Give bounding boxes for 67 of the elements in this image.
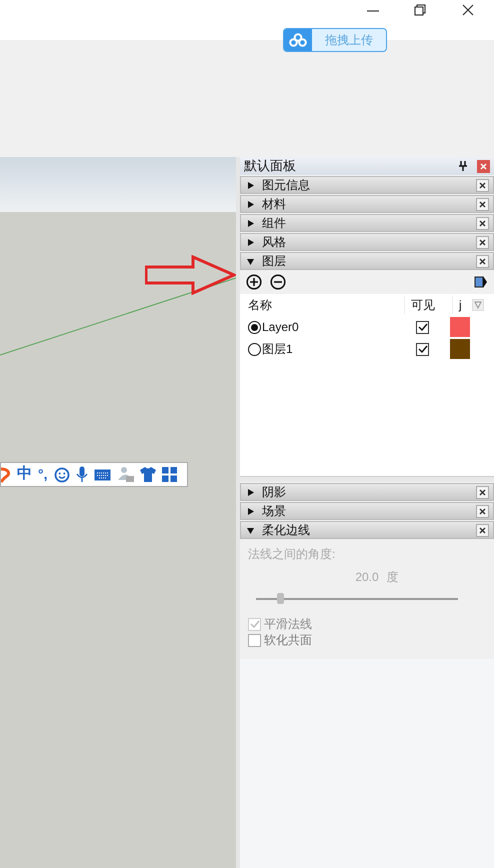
radio-button[interactable] [248, 320, 261, 334]
input-mode-toggle[interactable]: 中 [17, 463, 32, 486]
smiley-icon[interactable] [54, 466, 70, 482]
details-icon[interactable] [474, 275, 488, 289]
pin-icon[interactable] [459, 161, 467, 171]
section-header[interactable]: 场景 [240, 502, 494, 520]
section-header[interactable]: 图元信息 [240, 176, 494, 194]
angle-value: 20.0 [355, 569, 379, 586]
unit-label: 度 [386, 569, 399, 586]
section-title: 柔化边线 [262, 522, 311, 539]
triangle-right-icon [247, 182, 254, 188]
column-header: j [452, 296, 462, 314]
checkbox[interactable] [416, 320, 429, 334]
triangle-down-icon [247, 258, 254, 264]
section-header[interactable]: 阴影 [240, 483, 494, 501]
close-icon[interactable] [476, 236, 489, 248]
slider[interactable] [256, 592, 458, 606]
checkbox-label: 平滑法线 [264, 616, 312, 633]
section-title: 阴影 [262, 484, 287, 501]
radio-button[interactable] [248, 342, 261, 356]
close-icon[interactable] [476, 216, 489, 230]
section-title: 图元信息 [262, 177, 311, 194]
section-header[interactable]: 柔化边线 [240, 521, 494, 539]
layer-name: Layer0 [262, 319, 299, 336]
grid-icon[interactable] [162, 467, 176, 482]
section-title: 材料 [262, 196, 287, 213]
triangle-right-icon [247, 220, 254, 226]
close-icon[interactable] [476, 524, 489, 536]
close-icon[interactable] [462, 4, 474, 16]
close-icon[interactable] [476, 178, 489, 192]
checkbox[interactable] [416, 342, 429, 356]
triangle-right-icon [247, 488, 254, 496]
section-title: 风格 [262, 234, 287, 251]
section-title: 组件 [262, 215, 287, 232]
microphone-icon[interactable] [76, 466, 88, 483]
section-header[interactable]: 材料 [240, 195, 494, 213]
keyboard-icon[interactable] [94, 468, 110, 480]
field-label: 法线之间的角度: [248, 546, 336, 563]
remove-icon[interactable] [270, 274, 286, 290]
column-header: 可见 [404, 296, 452, 314]
column-header: 名称 [247, 297, 273, 314]
triangle-right-icon [247, 200, 254, 208]
close-icon[interactable] [476, 504, 489, 518]
checkbox-label: 软化共面 [264, 632, 312, 649]
sort-icon[interactable] [472, 299, 484, 311]
color-swatch[interactable] [450, 339, 470, 359]
close-icon[interactable] [476, 198, 489, 210]
close-icon[interactable] [476, 486, 489, 498]
triangle-down-icon [247, 526, 254, 534]
section-header[interactable]: 风格 [240, 233, 494, 251]
layer-name: 图层1 [262, 341, 293, 358]
triangle-right-icon [247, 238, 254, 246]
section-title: 场景 [262, 503, 287, 520]
restore-icon[interactable] [414, 4, 426, 16]
color-swatch[interactable] [450, 317, 470, 337]
add-icon[interactable] [246, 274, 262, 290]
shirt-icon[interactable] [140, 467, 156, 482]
close-icon[interactable] [476, 254, 489, 268]
section-title: 图层 [262, 253, 287, 270]
punctuation-toggle[interactable]: °, [38, 464, 48, 485]
sogou-icon[interactable] [1, 466, 11, 484]
viewport[interactable]: 中 °, [0, 157, 236, 868]
triangle-right-icon [247, 508, 254, 514]
section-header[interactable]: 图层 [240, 252, 494, 270]
checkbox[interactable] [248, 634, 261, 646]
section-header[interactable]: 组件 [240, 214, 494, 232]
panel-title: 默认面板 [244, 157, 297, 176]
